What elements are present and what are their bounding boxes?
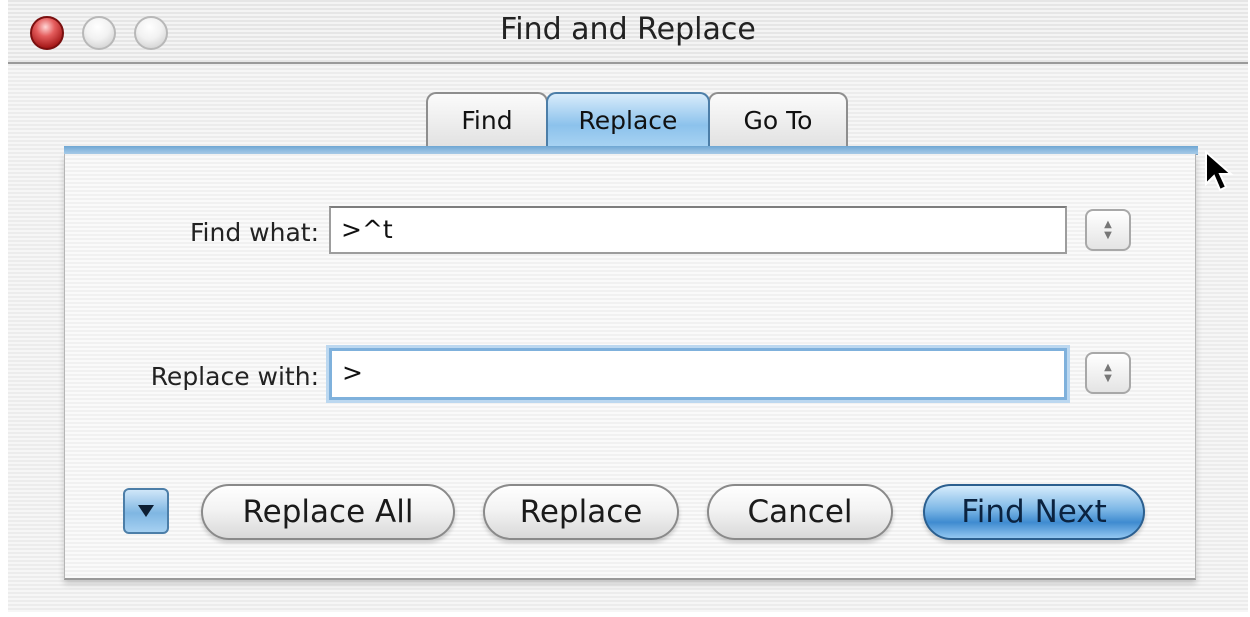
find-next-button[interactable]: Find Next xyxy=(923,484,1145,540)
find-replace-window: Find and Replace Find Replace Go To Find… xyxy=(8,0,1248,612)
stepper-up-icon: ▲ xyxy=(1104,219,1112,230)
find-what-label: Find what: xyxy=(189,218,319,247)
replace-panel: Find what: >^t ▲ ▼ Replace with: > ▲ ▼ R… xyxy=(64,154,1196,580)
stepper-down-icon: ▼ xyxy=(1104,230,1112,241)
replace-button[interactable]: Replace xyxy=(483,484,679,540)
tab-bar: Find Replace Go To xyxy=(426,92,848,148)
replace-all-button[interactable]: Replace All xyxy=(201,484,455,540)
find-history-stepper[interactable]: ▲ ▼ xyxy=(1085,209,1131,251)
cancel-button[interactable]: Cancel xyxy=(707,484,893,540)
replace-history-stepper[interactable]: ▲ ▼ xyxy=(1085,352,1131,394)
tab-replace[interactable]: Replace xyxy=(546,92,710,146)
triangle-down-icon xyxy=(138,505,154,517)
options-disclosure-button[interactable] xyxy=(123,488,169,534)
stepper-up-icon: ▲ xyxy=(1104,362,1112,373)
replace-with-label: Replace with: xyxy=(150,362,319,391)
title-bar[interactable]: Find and Replace xyxy=(8,0,1248,64)
window-title: Find and Replace xyxy=(500,12,756,47)
tab-go-to[interactable]: Go To xyxy=(708,92,848,146)
tab-find[interactable]: Find xyxy=(426,92,548,146)
replace-with-input[interactable]: > xyxy=(329,348,1067,400)
stepper-down-icon: ▼ xyxy=(1104,373,1112,384)
find-what-input[interactable]: >^t xyxy=(329,206,1067,254)
arrow-cursor-icon xyxy=(1205,150,1234,192)
